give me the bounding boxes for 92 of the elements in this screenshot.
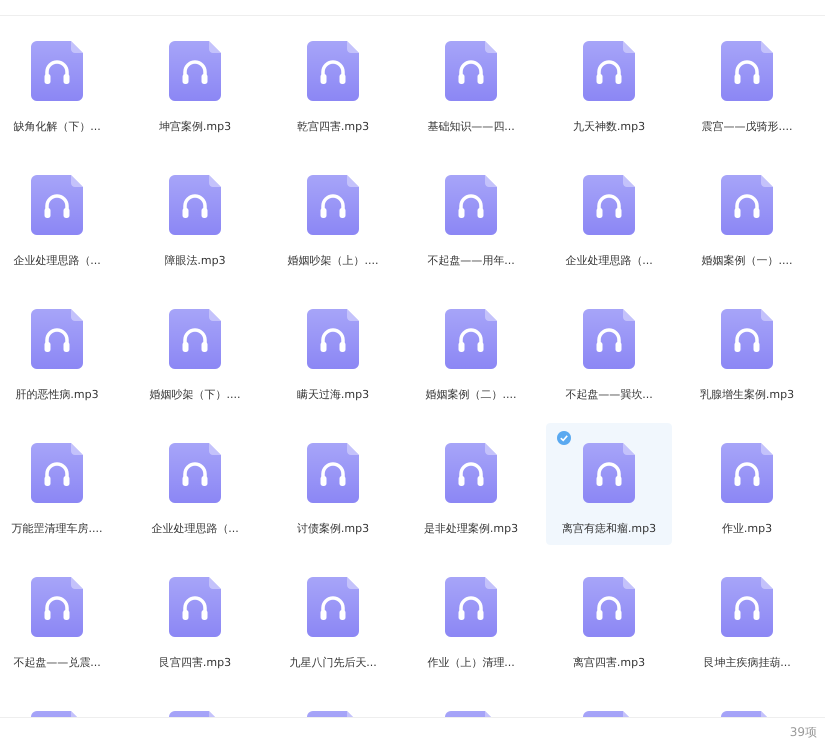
file-name: 不起盘——巽坎... xyxy=(565,387,653,402)
file-name: 艮宫四害.mp3 xyxy=(158,655,232,670)
audio-file-icon xyxy=(307,309,359,369)
file-item[interactable]: 九天神数.mp3 xyxy=(552,21,666,143)
file-item[interactable]: 肝的恶性病.mp3 xyxy=(0,289,114,411)
file-item[interactable]: 离宫四害.mp3 xyxy=(552,557,666,679)
file-name: 艮坤主疾病挂葫... xyxy=(703,655,791,670)
audio-file-icon xyxy=(31,443,83,503)
file-item[interactable]: 万能罡清理车房.... xyxy=(0,423,114,545)
file-item[interactable]: 障眼法.mp3 xyxy=(138,155,252,277)
file-name: 九星八门先后天... xyxy=(289,655,377,670)
audio-file-icon xyxy=(445,443,497,503)
audio-file-icon xyxy=(445,175,497,235)
file-item[interactable]: 坤宫案例.mp3 xyxy=(138,21,252,143)
file-name: 震宫——戊骑形.... xyxy=(702,119,792,134)
file-name: 婚姻吵架（上）.... xyxy=(288,253,378,268)
audio-file-icon xyxy=(31,175,83,235)
audio-file-icon xyxy=(169,577,221,637)
file-name: 作业.mp3 xyxy=(722,521,772,536)
file-name: 乾宫四害.mp3 xyxy=(296,119,370,134)
file-name: 离宫有痣和瘤.mp3 xyxy=(562,521,656,536)
file-name: 不起盘——用年... xyxy=(427,253,515,268)
audio-file-icon xyxy=(721,309,773,369)
file-item[interactable]: 艮坤主疾病挂葫... xyxy=(690,557,804,679)
file-name: 障眼法.mp3 xyxy=(164,253,226,268)
file-item[interactable]: 九星八门先后天... xyxy=(276,557,390,679)
file-name: 缺角化解（下）... xyxy=(13,119,101,134)
audio-file-icon xyxy=(583,309,635,369)
file-name: 婚姻案例（一）.... xyxy=(702,253,792,268)
file-item[interactable]: 企业处理思路（... xyxy=(0,155,114,277)
audio-file-icon xyxy=(721,577,773,637)
file-item[interactable]: 企业处理思路（... xyxy=(552,155,666,277)
file-name: 讨债案例.mp3 xyxy=(296,521,370,536)
file-item[interactable]: 讨债案例.mp3 xyxy=(276,423,390,545)
file-name: 万能罡清理车房.... xyxy=(12,521,102,536)
file-name: 瞒天过海.mp3 xyxy=(296,387,370,402)
file-name: 是非处理案例.mp3 xyxy=(424,521,518,536)
file-name: 婚姻吵架（下）.... xyxy=(150,387,240,402)
audio-file-icon xyxy=(721,443,773,503)
audio-file-icon xyxy=(445,309,497,369)
audio-file-icon xyxy=(721,175,773,235)
file-name: 离宫四害.mp3 xyxy=(572,655,646,670)
audio-file-icon xyxy=(583,577,635,637)
file-item[interactable]: 婚姻案例（二）.... xyxy=(414,289,528,411)
file-item[interactable]: 企业处理思路（... xyxy=(138,423,252,545)
file-name: 企业处理思路（... xyxy=(565,253,653,268)
file-item[interactable]: 不起盘——巽坎... xyxy=(552,289,666,411)
audio-file-icon xyxy=(445,577,497,637)
file-item[interactable]: 乾宫四害.mp3 xyxy=(276,21,390,143)
audio-file-icon xyxy=(307,443,359,503)
file-name: 九天神数.mp3 xyxy=(572,119,646,134)
audio-file-icon xyxy=(169,175,221,235)
audio-file-icon xyxy=(583,175,635,235)
audio-file-icon xyxy=(169,41,221,101)
file-item[interactable]: 瞒天过海.mp3 xyxy=(276,289,390,411)
file-item[interactable]: 震宫——戊骑形.... xyxy=(690,21,804,143)
item-count: 39项 xyxy=(790,724,817,741)
file-name: 作业（上）清理... xyxy=(427,655,515,670)
file-item[interactable]: 作业（上）清理... xyxy=(414,557,528,679)
audio-file-icon xyxy=(31,309,83,369)
file-item[interactable]: 艮宫四害.mp3 xyxy=(138,557,252,679)
file-item[interactable]: 不起盘——兑震... xyxy=(0,557,114,679)
audio-file-icon xyxy=(169,443,221,503)
file-name: 基础知识——四... xyxy=(427,119,515,134)
audio-file-icon xyxy=(583,41,635,101)
audio-file-icon xyxy=(445,41,497,101)
file-name: 肝的恶性病.mp3 xyxy=(15,387,99,402)
file-item[interactable]: 基础知识——四... xyxy=(414,21,528,143)
audio-file-icon xyxy=(31,577,83,637)
check-icon[interactable] xyxy=(557,431,571,445)
file-name: 坤宫案例.mp3 xyxy=(158,119,232,134)
file-name: 企业处理思路（... xyxy=(13,253,101,268)
audio-file-icon xyxy=(307,577,359,637)
file-item[interactable]: 是非处理案例.mp3 xyxy=(414,423,528,545)
file-name: 婚姻案例（二）.... xyxy=(426,387,516,402)
file-item[interactable]: 乳腺增生案例.mp3 xyxy=(690,289,804,411)
file-name: 企业处理思路（... xyxy=(151,521,239,536)
file-item[interactable]: 婚姻吵架（下）.... xyxy=(138,289,252,411)
file-item[interactable]: 缺角化解（下）... xyxy=(0,21,114,143)
audio-file-icon xyxy=(307,175,359,235)
audio-file-icon xyxy=(721,41,773,101)
audio-file-icon xyxy=(307,41,359,101)
file-item[interactable]: 离宫有痣和瘤.mp3 xyxy=(546,423,672,545)
audio-file-icon xyxy=(583,443,635,503)
file-item[interactable]: 婚姻案例（一）.... xyxy=(690,155,804,277)
file-item[interactable]: 作业.mp3 xyxy=(690,423,804,545)
audio-file-icon xyxy=(31,41,83,101)
file-item[interactable]: 不起盘——用年... xyxy=(414,155,528,277)
audio-file-icon xyxy=(169,309,221,369)
file-item[interactable]: 婚姻吵架（上）.... xyxy=(276,155,390,277)
file-name: 乳腺增生案例.mp3 xyxy=(700,387,794,402)
file-name: 不起盘——兑震... xyxy=(13,655,101,670)
